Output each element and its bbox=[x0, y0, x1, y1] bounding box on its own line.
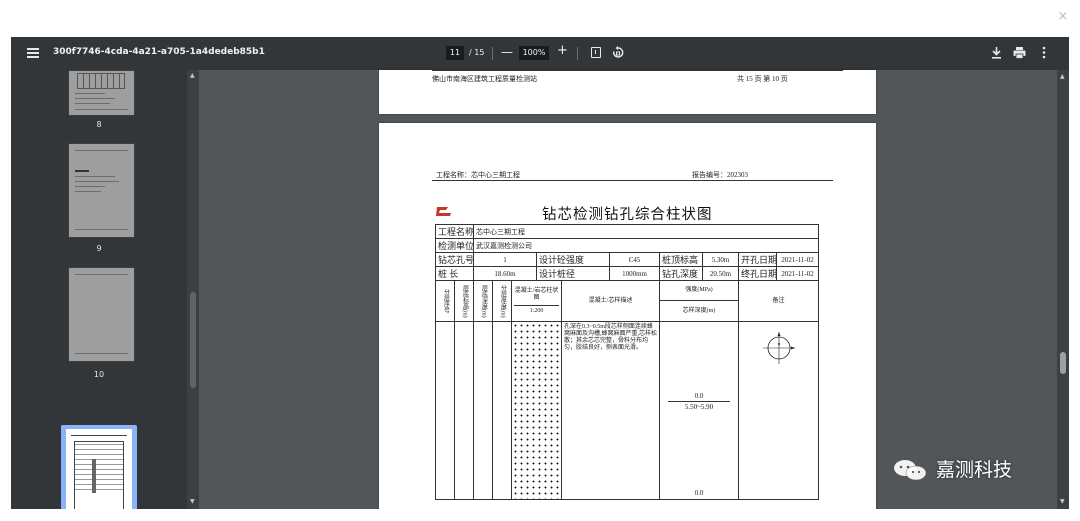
pdf-page-11: 工程名称：芯中心三期工程 报告编号：202303 钻芯检测钻孔综合柱状图 工程名… bbox=[379, 123, 876, 509]
design-strength-value: C45 bbox=[609, 252, 661, 267]
col-remark: 备注 bbox=[738, 280, 820, 322]
col-column-graph-label: 混凝土/岩芯柱状图 bbox=[514, 287, 559, 301]
company-logo-icon bbox=[436, 207, 451, 216]
col-strength: 强度(MPa) bbox=[660, 282, 738, 301]
hole-no-value: 1 bbox=[473, 252, 538, 267]
zoom-out-button[interactable]: — bbox=[501, 45, 513, 59]
drill-depth-value: 20.50m bbox=[702, 266, 740, 281]
thumbnail-sidebar: 8 9 10 11 ▲ ▼ bbox=[11, 70, 199, 509]
scroll-up-arrow-icon[interactable]: ▲ bbox=[190, 73, 195, 79]
col-description: 混凝土/芯样描述 bbox=[561, 280, 661, 322]
thumbnail-page-9[interactable] bbox=[68, 143, 135, 238]
pile-top-label: 桩顶标高 bbox=[659, 252, 704, 267]
layer-depth-cell bbox=[473, 321, 494, 500]
page-total: / 15 bbox=[469, 48, 485, 57]
document-title: 300f7746-4cda-4a21-a705-1a4dedeb85b1 bbox=[53, 47, 265, 57]
watermark-text: 嘉测科技 bbox=[936, 459, 1013, 481]
scroll-down-arrow-icon[interactable]: ▼ bbox=[190, 499, 195, 505]
pile-top-value: 5.30m bbox=[702, 252, 740, 267]
page-footer-left: 佛山市南海区建筑工程质量检测站 bbox=[432, 75, 537, 83]
col-scale: 1:200 bbox=[514, 304, 560, 315]
pdf-toolbar: 300f7746-4cda-4a21-a705-1a4dedeb85b1 11 … bbox=[11, 37, 1069, 70]
design-diameter-value: 1000mm bbox=[609, 266, 661, 281]
inspector-value: 武汉嘉测检测公司 bbox=[473, 238, 820, 253]
pdf-page-10: 佛山市南海区建筑工程质量检测站 共 15 页 第 10 页 bbox=[379, 70, 876, 114]
close-icon[interactable]: × bbox=[1056, 10, 1070, 24]
borehole-table: 工程名称 芯中心三期工程 检测单位 武汉嘉测检测公司 钻芯孔号 1 设计砼强度 … bbox=[434, 224, 820, 500]
page-number-input[interactable]: 11 bbox=[446, 46, 464, 60]
col-strength-group: 强度(MPa) 芯样深度(m) bbox=[659, 280, 740, 322]
report-number: 报告编号：202303 bbox=[692, 171, 748, 179]
concrete-core-column-graph bbox=[511, 321, 563, 500]
inspector-label: 检测单位 bbox=[434, 238, 475, 253]
start-date-label: 开孔日期 bbox=[738, 252, 778, 267]
project-header: 工程名称：芯中心三期工程 bbox=[436, 171, 520, 179]
toolbar-divider bbox=[577, 47, 578, 60]
more-icon[interactable] bbox=[1042, 46, 1046, 59]
fit-page-icon[interactable] bbox=[591, 47, 601, 58]
thumbnail-page-8[interactable] bbox=[68, 70, 135, 116]
menu-icon[interactable] bbox=[27, 48, 39, 58]
start-date-value: 2021-11-02 bbox=[776, 252, 820, 267]
wechat-icon bbox=[894, 460, 927, 481]
scroll-up-arrow-icon[interactable]: ▲ bbox=[1060, 74, 1065, 80]
document-scrollbar[interactable] bbox=[1057, 70, 1069, 509]
pile-length-label: 桩 长 bbox=[434, 266, 475, 281]
zoom-in-button[interactable]: + bbox=[557, 44, 568, 58]
end-date-label: 终孔日期 bbox=[738, 266, 778, 281]
download-icon[interactable] bbox=[991, 46, 1002, 59]
project-name-value: 芯中心三期工程 bbox=[473, 224, 820, 239]
end-date-value: 2021-11-02 bbox=[776, 266, 820, 281]
col-layer-depth: 层底深度(m) bbox=[473, 280, 494, 322]
layer-no-cell bbox=[435, 321, 455, 500]
thumbnail-label: 9 bbox=[96, 244, 102, 253]
col-layer-no: 分层序号 bbox=[435, 280, 455, 322]
col-column-graph: 混凝土/岩芯柱状图 1:200 bbox=[511, 280, 563, 322]
thumbnail-page-10[interactable] bbox=[68, 267, 135, 362]
sidebar-scrollbar[interactable] bbox=[187, 70, 199, 509]
design-diameter-label: 设计桩径 bbox=[536, 266, 611, 281]
page-title: 钻芯检测钻孔综合柱状图 bbox=[542, 207, 713, 223]
rotate-icon[interactable] bbox=[612, 46, 624, 59]
col-sample-depth: 芯样深度(m) bbox=[682, 308, 716, 314]
layer-thick-cell bbox=[492, 321, 513, 500]
pdf-viewer: 300f7746-4cda-4a21-a705-1a4dedeb85b1 11 … bbox=[11, 37, 1069, 509]
hole-no-label: 钻芯孔号 bbox=[434, 252, 475, 267]
core-description: 孔深在0.3~0.5m段芯样侧面连续蜂窝麻面及沟槽,蜂窝麻面严重,芯样松散；其余… bbox=[561, 321, 661, 500]
strength-value: 0.0 bbox=[694, 392, 704, 400]
core-orientation-icon bbox=[763, 332, 796, 364]
scroll-down-arrow-icon[interactable]: ▼ bbox=[1060, 499, 1065, 505]
thumbnail-label: 10 bbox=[93, 370, 105, 379]
layer-elev-cell bbox=[453, 321, 475, 500]
thumbnail-page-11[interactable] bbox=[66, 429, 132, 509]
col-layer-elev: 层底标高(m) bbox=[453, 280, 475, 322]
remark-cell bbox=[738, 321, 820, 500]
print-icon[interactable] bbox=[1013, 46, 1026, 59]
design-strength-label: 设计砼强度 bbox=[536, 252, 611, 267]
project-name-label: 工程名称 bbox=[434, 224, 475, 239]
document-scrollbar-thumb[interactable] bbox=[1060, 352, 1066, 374]
pile-length-value: 18.60m bbox=[473, 266, 538, 281]
zoom-level-input[interactable]: 100% bbox=[519, 46, 549, 60]
strength-cell: 0.0 5.50~5.90 0.0 bbox=[659, 321, 740, 500]
strength-divider bbox=[668, 401, 731, 402]
strength-value-2: 0.0 bbox=[694, 489, 704, 497]
sample-depth-value: 5.50~5.90 bbox=[684, 403, 714, 411]
toolbar-divider bbox=[492, 47, 493, 60]
sidebar-scrollbar-thumb[interactable] bbox=[190, 292, 196, 388]
thumbnail-label: 8 bbox=[96, 120, 102, 129]
drill-depth-label: 钻孔深度 bbox=[659, 266, 704, 281]
col-layer-thick: 分层厚度(m) bbox=[492, 280, 513, 322]
page-footer-right: 共 15 页 第 10 页 bbox=[737, 75, 788, 83]
